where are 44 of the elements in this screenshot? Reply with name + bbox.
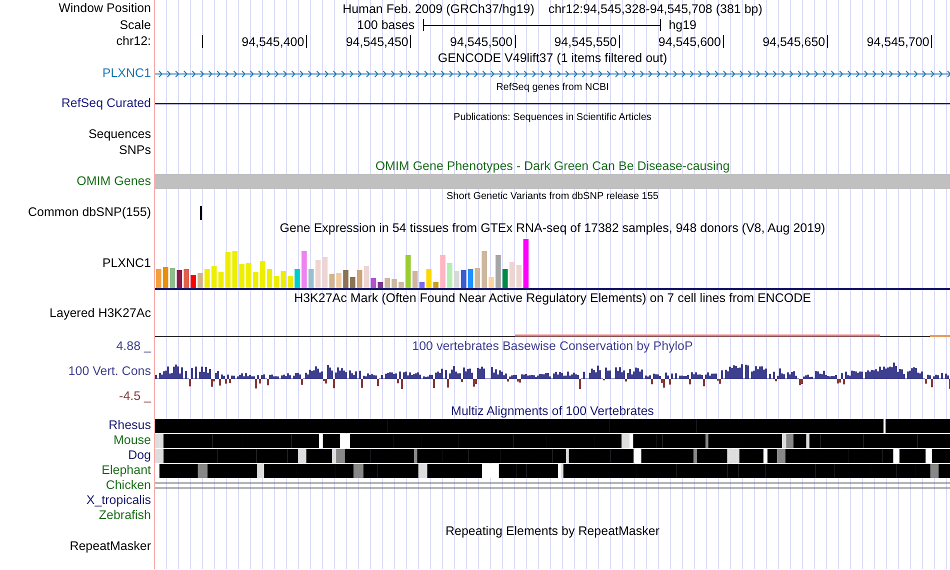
row-label: Window Position xyxy=(58,1,151,16)
track-label[interactable]: RepeatMasker xyxy=(70,539,151,554)
track-title: H3K27Ac Mark (Often Found Near Active Regulatory Elements) on 7 cell lines from ENCODE xyxy=(294,291,811,305)
ruler-tick-label: 94,545,450 xyxy=(346,34,408,48)
position-text[interactable]: chr12:94,545,328-94,545,708 (381 bp) xyxy=(548,2,762,16)
scale-length: 100 bases xyxy=(357,18,415,32)
track-title: Short Genetic Variants from dbSNP release 155 xyxy=(446,191,658,203)
species-label[interactable]: Rhesus xyxy=(108,418,151,433)
ruler-tick-label: 94,545,500 xyxy=(450,34,513,48)
track-title: Gene Expression in 54 tissues from GTEx RNA-seq of 17382 samples, 948 donors (V8, Aug 2019) xyxy=(280,221,826,235)
track-label[interactable]: PLXNC1 xyxy=(102,66,151,81)
ruler-tick-label: 94,545,400 xyxy=(242,34,304,48)
ruler-tick-label: 94,545,650 xyxy=(762,34,826,48)
track-title: OMIM Gene Phenotypes - Dark Green Can Be Disease-causing xyxy=(375,159,730,173)
track-label[interactable]: Sequences xyxy=(88,126,151,142)
row-label: Scale xyxy=(120,18,151,32)
track-title: GENCODE V49lift37 (1 items filtered out) xyxy=(438,51,668,65)
track-title: Publications: Sequences in Scientific Articles xyxy=(454,112,652,124)
assembly-name: hg19 xyxy=(668,18,696,32)
track-label[interactable]: Common dbSNP(155) xyxy=(28,205,151,220)
track-title: 100 vertebrates Basewise Conservation by PhyloP xyxy=(412,339,693,353)
species-label[interactable]: Chicken xyxy=(106,478,151,493)
axis-max-label: 4.88 _ xyxy=(116,338,151,354)
species-label[interactable]: Elephant xyxy=(102,463,151,478)
track-title: RefSeq genes from NCBI xyxy=(496,82,609,94)
variant-tick xyxy=(200,206,202,220)
species-label[interactable]: Mouse xyxy=(113,433,151,448)
species-label[interactable]: Zebrafish xyxy=(98,508,151,523)
track-label[interactable]: Layered H3K27Ac xyxy=(50,306,151,321)
ruler-tick-label: 94,545,700 xyxy=(866,34,930,48)
assembly-title: Human Feb. 2009 (GRCh37/hg19) xyxy=(342,2,534,16)
ruler-tick-label: 94,545,550 xyxy=(554,34,617,48)
track-label[interactable]: OMIM Genes xyxy=(76,174,151,189)
track-label[interactable]: PLXNC1 xyxy=(102,256,151,271)
track-title: Repeating Elements by RepeatMasker xyxy=(445,524,660,538)
axis-min-label: -4.5 _ xyxy=(119,389,151,404)
ruler-tick-label: 94,545,600 xyxy=(658,34,721,48)
row-label: chr12: xyxy=(116,34,151,49)
species-label[interactable]: Dog xyxy=(128,448,151,463)
species-label[interactable]: X_tropicalis xyxy=(86,493,151,508)
track-label[interactable]: 100 Vert. Cons xyxy=(68,364,151,379)
track-label[interactable]: RefSeq Curated xyxy=(61,96,151,111)
track-label[interactable]: SNPs xyxy=(119,142,151,158)
track-title: Multiz Alignments of 100 Vertebrates xyxy=(451,404,654,418)
